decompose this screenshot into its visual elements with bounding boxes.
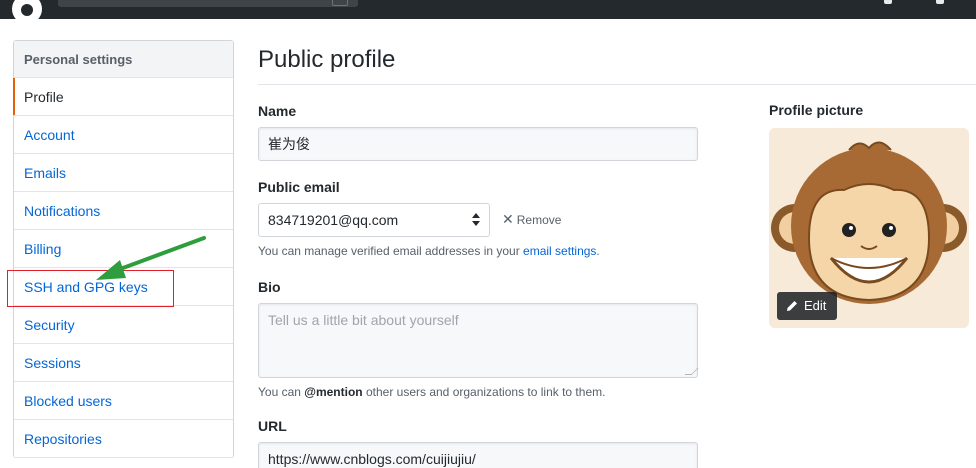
bio-placeholder: Tell us a little bit about yourself xyxy=(268,312,459,328)
name-field[interactable]: 崔为俊 xyxy=(258,127,698,161)
url-field[interactable]: https://www.cnblogs.com/cuijiujiu/ xyxy=(258,442,698,468)
sidebar-item-security[interactable]: Security xyxy=(14,306,233,344)
bio-help-suffix: other users and organizations to link to… xyxy=(362,385,606,399)
sidebar-item-notifications[interactable]: Notifications xyxy=(14,192,233,230)
public-email-label: Public email xyxy=(258,179,340,195)
edit-avatar-button[interactable]: Edit xyxy=(777,292,837,320)
bio-help-prefix: You can xyxy=(258,385,305,399)
bio-textarea[interactable]: Tell us a little bit about yourself xyxy=(258,303,699,378)
email-help-suffix: . xyxy=(596,244,600,258)
bio-label: Bio xyxy=(258,279,281,295)
page-title: Public profile xyxy=(258,46,396,73)
title-divider xyxy=(258,84,976,85)
mention-text: @mention xyxy=(304,385,363,399)
top-header-bar xyxy=(0,0,976,24)
notification-icon[interactable] xyxy=(884,0,892,4)
sidebar-item-account[interactable]: Account xyxy=(14,116,233,154)
sidebar-item-profile[interactable]: Profile xyxy=(13,78,233,116)
github-logo-icon[interactable] xyxy=(12,0,42,24)
sidebar-item-repositories[interactable]: Repositories xyxy=(14,420,233,458)
name-label: Name xyxy=(258,103,297,119)
remove-label: Remove xyxy=(516,213,562,227)
user-menu-icon[interactable] xyxy=(936,0,944,4)
sidebar-item-blocked-users[interactable]: Blocked users xyxy=(14,382,233,420)
sidebar-header: Personal settings xyxy=(14,41,233,78)
pencil-icon xyxy=(787,301,797,311)
sidebar-item-emails[interactable]: Emails xyxy=(14,154,233,192)
search-input[interactable] xyxy=(58,0,358,7)
close-icon: ✕ xyxy=(502,211,514,227)
slash-shortcut-icon xyxy=(332,0,348,6)
email-help-prefix: You can manage verified email addresses … xyxy=(258,244,524,258)
annotation-arrow-icon xyxy=(96,236,206,280)
resize-handle-icon[interactable] xyxy=(684,368,699,375)
edit-label: Edit xyxy=(804,298,827,313)
email-settings-link[interactable]: email settings xyxy=(523,244,596,258)
remove-email-button[interactable]: ✕ Remove xyxy=(502,211,561,228)
profile-picture-label: Profile picture xyxy=(769,102,864,118)
bio-help-text: You can @mention other users and organiz… xyxy=(258,385,605,399)
email-help-text: You can manage verified email addresses … xyxy=(258,244,600,258)
public-email-value: 834719201@qq.com xyxy=(268,212,399,228)
select-caret-icon xyxy=(472,213,480,227)
public-email-select[interactable]: 834719201@qq.com xyxy=(258,203,490,237)
url-label: URL xyxy=(258,418,287,434)
sidebar-item-sessions[interactable]: Sessions xyxy=(14,344,233,382)
